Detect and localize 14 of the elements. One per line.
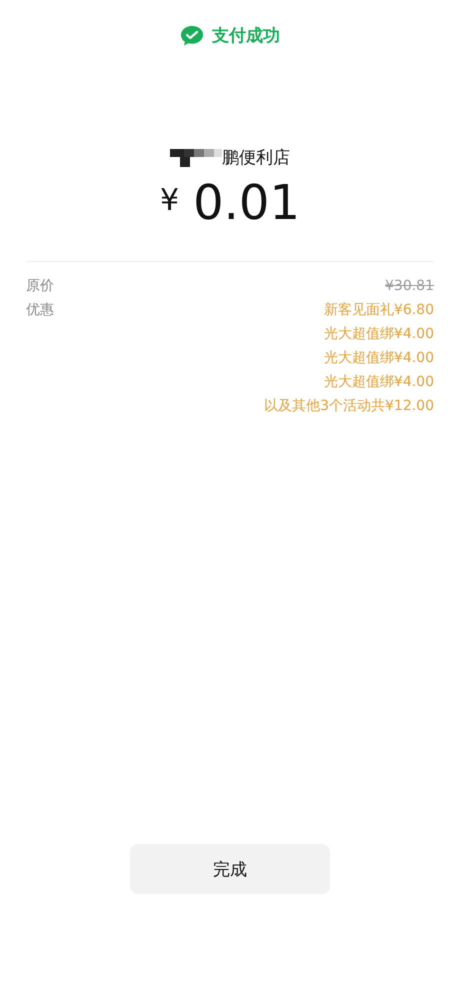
merchant-name: 鹏便利店 [222,146,290,168]
discount-value: 光大超值绑¥4.00 [324,349,434,368]
original-price: ¥30.81 [385,277,434,296]
payment-amount: 0.01 [193,175,300,231]
chat-check-icon [180,24,204,46]
detail-label: 原价 [26,277,54,296]
discount-value: 光大超值绑¥4.00 [324,325,434,344]
discount-value: 新客见面礼¥6.80 [324,301,434,320]
done-button[interactable]: 完成 [130,844,330,894]
currency-symbol: ¥ [160,183,180,218]
discount-value: 以及其他3个活动共¥12.00 [264,397,434,416]
discount-value: 光大超值绑¥4.00 [324,373,434,392]
detail-label: 优惠 [26,301,54,320]
page-title: 支付成功 [212,25,280,47]
